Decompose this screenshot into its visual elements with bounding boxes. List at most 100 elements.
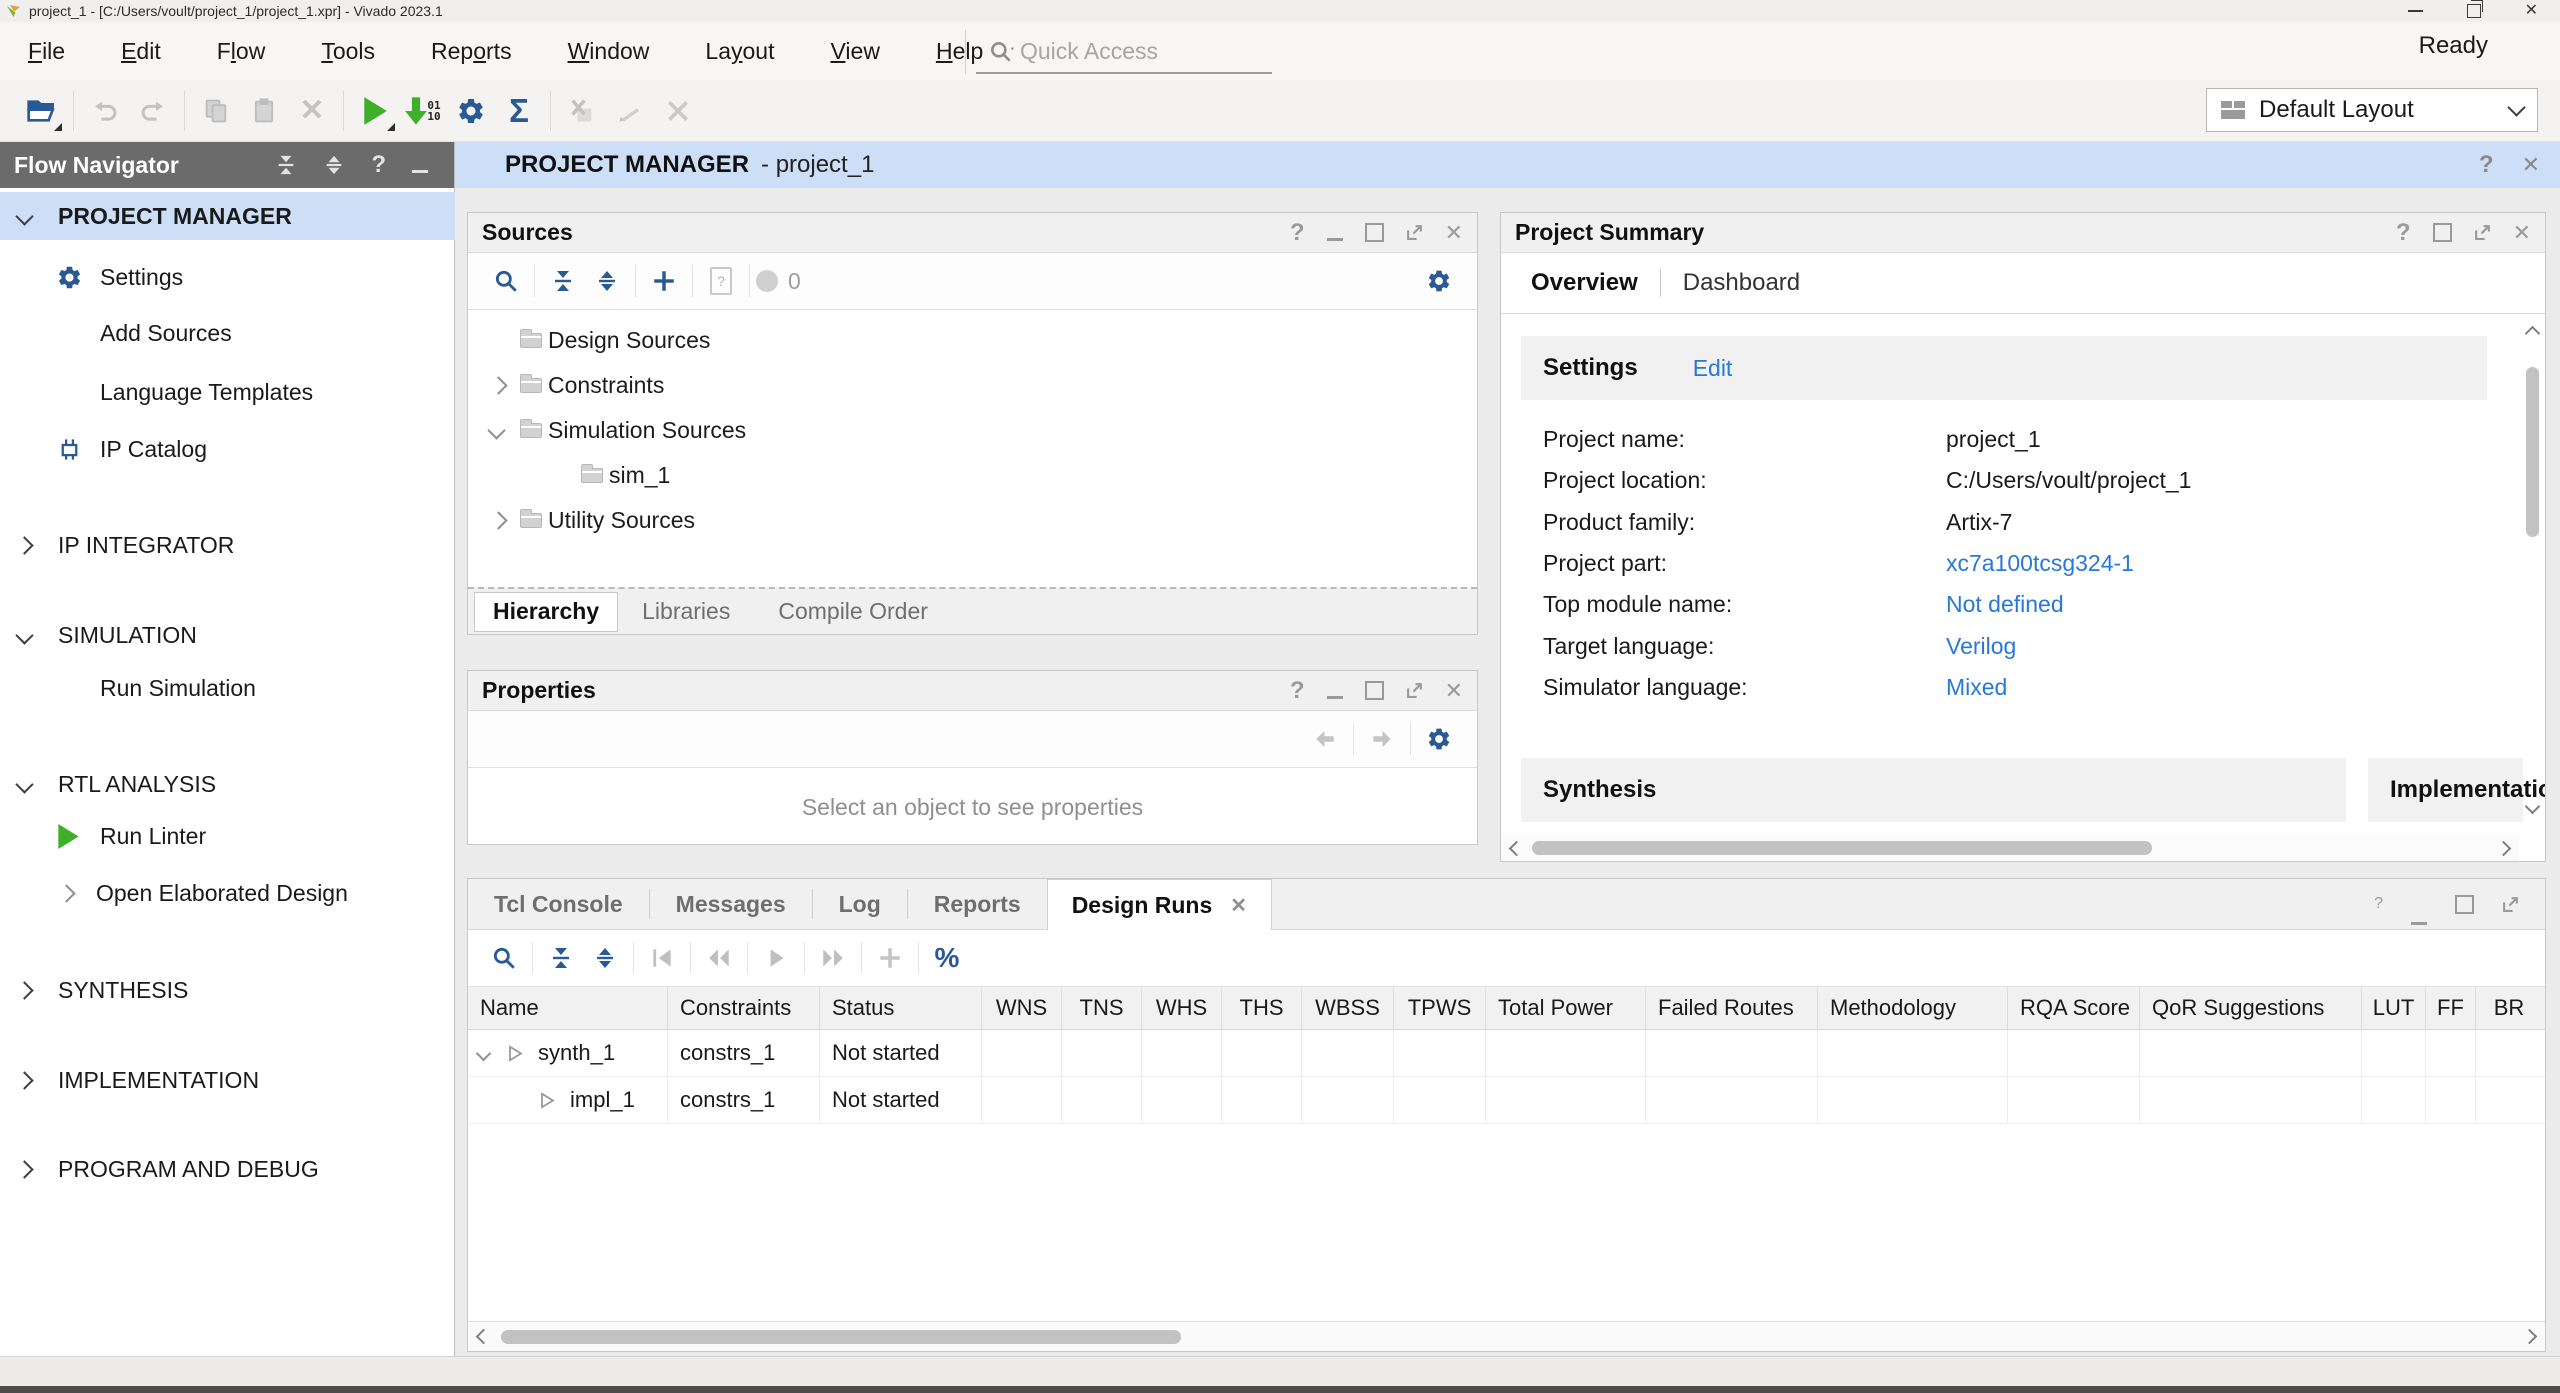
chevron-down-icon[interactable] [487,421,505,439]
tab-tcl-console[interactable]: Tcl Console [468,879,649,929]
tree-item-design-sources[interactable]: Design Sources [468,318,1477,363]
scroll-right-icon[interactable] [2522,1329,2538,1345]
chevron-right-icon[interactable] [489,376,507,394]
window-close-icon[interactable]: ✕ [2525,3,2538,19]
float-icon[interactable] [1406,224,1423,241]
help-icon[interactable]: ? [2374,895,2383,913]
maximize-icon[interactable] [2455,895,2474,914]
chevron-right-icon[interactable] [489,511,507,529]
float-icon[interactable] [1406,682,1423,699]
layout-selector[interactable]: Default Layout [2206,88,2538,132]
tree-item-constraints[interactable]: Constraints [468,363,1477,408]
chevron-right-icon[interactable] [57,884,75,902]
window-restore-icon[interactable] [2467,4,2481,18]
sidebar-item-ip-integrator[interactable]: IP INTEGRATOR [0,522,455,568]
maximize-icon[interactable] [1365,223,1384,242]
chevron-down-icon[interactable] [15,207,33,225]
tab-messages[interactable]: Messages [650,879,812,929]
help-icon[interactable]: ? [2479,153,2494,177]
menu-item-window[interactable]: Window [540,38,678,65]
project-part-link[interactable]: xc7a100tcsg324-1 [1946,550,2134,577]
column-header[interactable]: QoR Suggestions [2140,987,2362,1029]
sidebar-item-run-simulation[interactable]: Run Simulation [0,665,455,711]
float-icon[interactable] [2502,896,2519,913]
close-icon[interactable]: ✕ [1445,222,1463,244]
minimize-icon[interactable] [412,170,428,173]
tab-log[interactable]: Log [813,879,907,929]
column-header[interactable]: LUT [2362,987,2426,1029]
column-header[interactable]: Status [820,987,982,1029]
sidebar-item-add-sources[interactable]: Add Sources [0,310,455,356]
tree-item-utility-sources[interactable]: Utility Sources [468,498,1477,543]
table-row[interactable]: impl_1 constrs_1 Not started [468,1077,2545,1124]
column-header[interactable]: WHS [1142,987,1222,1029]
close-icon[interactable]: ✕ [2522,154,2540,176]
column-header[interactable]: FF [2426,987,2476,1029]
maximize-icon[interactable] [1365,681,1384,700]
edit-link[interactable]: Edit [1693,355,1733,382]
column-header[interactable]: RQA Score [2008,987,2140,1029]
tab-libraries[interactable]: Libraries [618,598,754,625]
expand-all-icon[interactable] [585,259,629,303]
sidebar-item-program-and-debug[interactable]: PROGRAM AND DEBUG [0,1146,455,1192]
open-project-button[interactable] [18,87,66,135]
window-minimize-icon[interactable] [2408,10,2423,12]
search-icon[interactable] [482,936,526,980]
chevron-right-icon[interactable] [15,981,33,999]
horizontal-scrollbar[interactable] [1501,834,2519,862]
quick-access-input[interactable] [976,30,1272,74]
menu-item-layout[interactable]: Layout [677,38,802,65]
column-header[interactable]: WNS [982,987,1062,1029]
maximize-icon[interactable] [2433,223,2452,242]
tab-reports[interactable]: Reports [908,879,1047,929]
tab-dashboard[interactable]: Dashboard [1683,269,1800,297]
sidebar-item-rtl-analysis[interactable]: RTL ANALYSIS [0,761,455,807]
chevron-right-icon[interactable] [15,1071,33,1089]
percent-icon[interactable]: % [925,936,969,980]
help-icon[interactable]: ? [1290,679,1305,703]
close-icon[interactable]: ✕ [2513,222,2531,244]
column-header[interactable]: THS [1222,987,1302,1029]
scroll-left-icon[interactable] [1509,840,1525,856]
tab-hierarchy[interactable]: Hierarchy [474,592,618,632]
scroll-down-icon[interactable] [2524,799,2540,815]
column-header[interactable]: BR [2476,987,2542,1029]
sidebar-item-ip-catalog[interactable]: IP Catalog [0,426,455,472]
add-sources-icon[interactable] [642,259,686,303]
generate-bitstream-button[interactable]: 0110 [399,87,447,135]
vertical-scrollbar[interactable] [2522,320,2542,822]
tree-item-simulation-sources[interactable]: Simulation Sources [468,408,1477,453]
minimize-icon[interactable] [2411,922,2427,925]
menu-item-reports[interactable]: Reports [403,38,540,65]
column-header[interactable]: Methodology [1818,987,2008,1029]
sidebar-item-open-elaborated-design[interactable]: Open Elaborated Design [0,870,455,916]
sidebar-item-language-templates[interactable]: Language Templates [0,369,455,415]
menu-item-flow[interactable]: Flow [189,38,294,65]
sidebar-item-simulation[interactable]: SIMULATION [0,612,455,658]
top-module-link[interactable]: Not defined [1946,591,2064,618]
gear-icon[interactable] [1417,717,1461,761]
column-header[interactable]: WBSS [1302,987,1394,1029]
collapse-all-icon[interactable] [275,154,297,176]
menu-item-view[interactable]: View [802,38,907,65]
simulator-language-link[interactable]: Mixed [1946,674,2007,701]
chevron-down-icon[interactable] [476,1045,492,1061]
column-header[interactable]: TNS [1062,987,1142,1029]
sidebar-item-settings[interactable]: Settings [0,254,455,300]
scrollbar-thumb[interactable] [1532,841,2152,855]
column-header[interactable]: Name [468,987,668,1029]
column-header[interactable]: Failed Routes [1646,987,1818,1029]
chevron-right-icon[interactable] [15,1160,33,1178]
tree-item-sim-1[interactable]: sim_1 [468,453,1477,498]
chevron-right-icon[interactable] [15,536,33,554]
close-tab-icon[interactable]: ✕ [1230,893,1247,918]
collapse-all-icon[interactable] [541,259,585,303]
search-icon[interactable] [484,259,528,303]
close-icon[interactable]: ✕ [1445,680,1463,702]
help-icon[interactable]: ? [1290,221,1305,245]
sidebar-item-implementation[interactable]: IMPLEMENTATION [0,1057,455,1103]
collapse-all-icon[interactable] [539,936,583,980]
horizontal-scrollbar[interactable] [468,1321,2545,1351]
scroll-left-icon[interactable] [476,1329,492,1345]
minimize-icon[interactable] [1327,238,1343,241]
